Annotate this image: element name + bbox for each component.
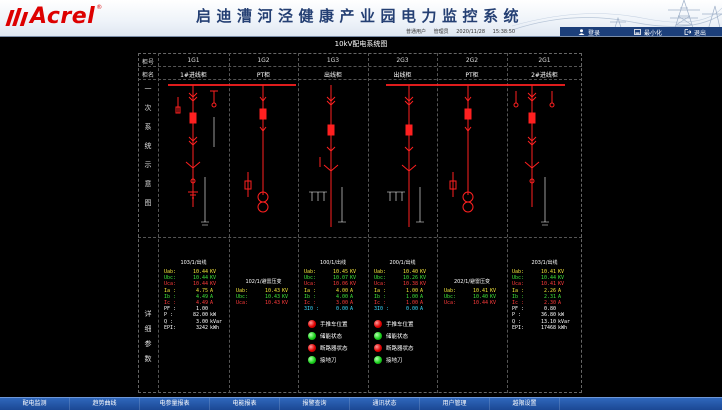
- readout-panel-3: Uab: 10.45 KV Ubc: 10.07 KV Uca: 10.06 KV Ia :…: [304, 269, 357, 313]
- pt-cabinet-2: [449, 85, 474, 213]
- panel-title: 200/1/出线: [389, 260, 416, 266]
- status-list-2: 手推车位置 储能状态 断路器状态 接地刀: [374, 318, 414, 366]
- bottom-nav: 配电监测 趋势曲线 电参量报表 电能报表 报警查询 通讯状态 用户管理 越限设置: [0, 397, 722, 410]
- nav-power-monitoring[interactable]: 配电监测: [0, 398, 70, 410]
- user-role: 普通用户: [406, 29, 427, 35]
- exit-label: 退出: [694, 29, 707, 37]
- status-indicator-icon: [374, 320, 382, 328]
- nav-energy-report[interactable]: 电能报表: [210, 398, 280, 410]
- main-panel: 10kV配电系统图 柜号 柜名 一 次 系 统 示 意 图 详 细 参 数 1G…: [0, 37, 722, 397]
- readout-panel-5: Uab: 10.41 KV Ubc: 10.40 KV Uca: 10.44 KV: [444, 288, 497, 307]
- readout-panel-4: Uab: 10.40 KV Ubc: 10.26 KV Uca: 10.38 KV Ia :…: [374, 269, 427, 313]
- single-line-diagram: [168, 84, 565, 227]
- readout-panel-6: Uab: 10.41 KV Ubc: 10.44 KV Uca: 10.41 KV Ia :…: [512, 269, 571, 331]
- header-bar: Acrel ® 启迪漕河泾健康产业园电力监控系统 普通用户 管理员 2020/1…: [0, 0, 722, 37]
- status-list-1: 手推车位置 储能状态 断路器状态 接地刀: [308, 318, 348, 366]
- nav-comm-status[interactable]: 通讯状态: [350, 398, 420, 410]
- status-indicator-icon: [374, 332, 382, 340]
- panel-title: 103/1/出线: [180, 260, 207, 266]
- nav-user-management[interactable]: 用户管理: [420, 398, 490, 410]
- status-indicator-icon: [308, 332, 316, 340]
- minimize-label: 最小化: [644, 29, 663, 37]
- status-indicator-icon: [308, 344, 316, 352]
- status-indicator-icon: [374, 344, 382, 352]
- registered-mark: ®: [96, 4, 103, 11]
- outgoing-feeder-1: [319, 85, 339, 227]
- exit-button[interactable]: 退出: [684, 27, 707, 37]
- nav-parameter-report[interactable]: 电参量报表: [140, 398, 210, 410]
- readout-panel-1: Uab: 10.44 KV Ubc: 10.44 KV Uca: 10.44 KV Ia :…: [164, 269, 223, 331]
- panel-title: 203/1/出线: [531, 260, 558, 266]
- logo-mark-icon: [5, 6, 29, 28]
- brand-name: Acrel: [30, 4, 96, 29]
- user-name: 管理员: [433, 29, 449, 35]
- panel-title: 202/1/避雷压变: [453, 279, 491, 285]
- pt-cabinet-1: [244, 85, 269, 213]
- user-icon: [578, 29, 585, 35]
- readout-panel-2: Uab: 10.43 KV Ubc: 10.43 KV Uca: 10.43 KV: [236, 288, 289, 307]
- login-label: 登录: [588, 29, 601, 37]
- login-button[interactable]: 登录: [578, 27, 601, 37]
- panel-title: 100/1/出线: [319, 260, 347, 266]
- current-date: 2020/11/28: [456, 29, 486, 35]
- status-indicator-icon: [308, 356, 316, 364]
- incoming-feeder-1: [175, 85, 218, 207]
- minimize-icon: [634, 29, 641, 35]
- nav-alarm-query[interactable]: 报警查询: [280, 398, 350, 410]
- session-info: 普通用户 管理员 2020/11/28 15:38:50: [406, 28, 521, 35]
- outgoing-feeder-2: [401, 85, 417, 227]
- system-title: 启迪漕河泾健康产业园电力监控系统: [196, 7, 525, 25]
- status-indicator-icon: [374, 356, 382, 364]
- brand-logo: Acrel ®: [5, 4, 103, 29]
- panel-title: 102/1/避雷压变: [245, 279, 282, 285]
- nav-limit-settings[interactable]: 越限设置: [490, 398, 560, 410]
- exit-icon: [684, 29, 691, 35]
- incoming-feeder-2: [513, 85, 555, 207]
- current-time: 15:38:50: [492, 29, 516, 35]
- status-indicator-icon: [308, 320, 316, 328]
- nav-trend-curves[interactable]: 趋势曲线: [70, 398, 140, 410]
- minimize-button[interactable]: 最小化: [634, 27, 663, 37]
